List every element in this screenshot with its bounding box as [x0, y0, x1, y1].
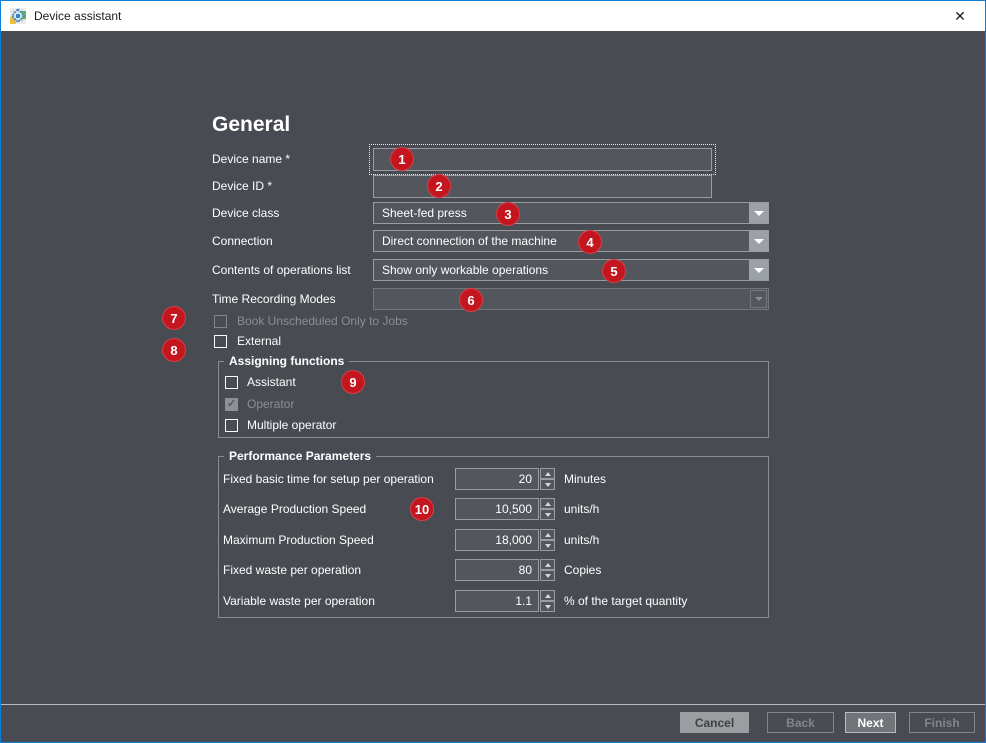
- chevron-down-icon[interactable]: [749, 260, 768, 280]
- operations-list-select[interactable]: Show only workable operations: [373, 259, 769, 281]
- operator-label: Operator: [247, 397, 294, 411]
- annotation-badge-1: 1: [390, 147, 414, 171]
- assigning-functions-title: Assigning functions: [224, 354, 349, 368]
- spin-up-icon[interactable]: [540, 468, 555, 479]
- fixed-waste-label: Fixed waste per operation: [223, 559, 361, 581]
- close-icon: ✕: [954, 8, 966, 25]
- connection-select[interactable]: Direct connection of the machine: [373, 230, 769, 252]
- fixed-waste-input[interactable]: [455, 559, 539, 581]
- fixed-setup-time-label: Fixed basic time for setup per operation: [223, 468, 434, 490]
- performance-parameters-title: Performance Parameters: [224, 449, 376, 463]
- external-checkbox[interactable]: [214, 335, 227, 348]
- device-id-input[interactable]: [373, 175, 712, 198]
- max-production-speed-label: Maximum Production Speed: [223, 529, 374, 551]
- time-recording-label: Time Recording Modes: [212, 288, 336, 310]
- chevron-down-icon[interactable]: [749, 231, 768, 251]
- annotation-badge-4: 4: [578, 230, 602, 254]
- chevron-down-icon[interactable]: [749, 203, 768, 223]
- spin-up-icon[interactable]: [540, 559, 555, 570]
- spin-down-icon[interactable]: [540, 479, 555, 490]
- footer-separator: [1, 704, 985, 705]
- annotation-badge-3: 3: [496, 202, 520, 226]
- device-name-label: Device name *: [212, 148, 290, 171]
- cancel-button[interactable]: Cancel: [680, 712, 749, 733]
- annotation-badge-9: 9: [341, 370, 365, 394]
- annotation-badge-7: 7: [162, 306, 186, 330]
- assistant-checkbox[interactable]: [225, 376, 238, 389]
- spin-down-icon[interactable]: [540, 509, 555, 520]
- spin-down-icon[interactable]: [540, 570, 555, 581]
- spin-up-icon[interactable]: [540, 529, 555, 540]
- spin-down-icon[interactable]: [540, 601, 555, 612]
- titlebar: Device assistant ✕: [1, 1, 985, 31]
- annotation-badge-8: 8: [162, 338, 186, 362]
- avg-production-speed-unit: units/h: [564, 498, 599, 520]
- device-class-select[interactable]: Sheet-fed press: [373, 202, 769, 224]
- spin-down-icon[interactable]: [540, 540, 555, 551]
- fixed-setup-time-unit: Minutes: [564, 468, 606, 490]
- annotation-badge-6: 6: [459, 288, 483, 312]
- operator-checkbox: [225, 398, 238, 411]
- device-class-value: Sheet-fed press: [382, 203, 467, 223]
- max-production-speed-unit: units/h: [564, 529, 599, 551]
- annotation-badge-10: 10: [410, 497, 434, 521]
- page-heading: General: [212, 113, 290, 137]
- device-class-label: Device class: [212, 202, 279, 224]
- external-label: External: [237, 334, 281, 348]
- device-assistant-icon: [10, 8, 26, 24]
- multiple-operator-checkbox[interactable]: [225, 419, 238, 432]
- spin-up-icon[interactable]: [540, 498, 555, 509]
- variable-waste-unit: % of the target quantity: [564, 590, 687, 612]
- spin-up-icon[interactable]: [540, 590, 555, 601]
- book-unscheduled-label: Book Unscheduled Only to Jobs: [237, 314, 408, 328]
- next-button[interactable]: Next: [845, 712, 896, 733]
- back-button: Back: [767, 712, 834, 733]
- fixed-waste-unit: Copies: [564, 559, 601, 581]
- multiple-operator-label: Multiple operator: [247, 418, 336, 432]
- max-production-speed-input[interactable]: [455, 529, 539, 551]
- window-title: Device assistant: [34, 1, 121, 31]
- close-button[interactable]: ✕: [943, 1, 977, 31]
- assistant-label: Assistant: [247, 375, 296, 389]
- connection-value: Direct connection of the machine: [382, 231, 557, 251]
- time-recording-select: [373, 288, 769, 310]
- annotation-badge-2: 2: [427, 174, 451, 198]
- operations-list-value: Show only workable operations: [382, 260, 548, 280]
- fixed-setup-time-input[interactable]: [455, 468, 539, 490]
- device-assistant-window: Device assistant ✕ General Device name *…: [0, 0, 986, 743]
- device-id-label: Device ID *: [212, 175, 272, 198]
- operations-list-label: Contents of operations list: [212, 259, 351, 281]
- annotation-badge-5: 5: [602, 259, 626, 283]
- finish-button: Finish: [909, 712, 975, 733]
- variable-waste-input[interactable]: [455, 590, 539, 612]
- book-unscheduled-checkbox: [214, 315, 227, 328]
- device-name-input[interactable]: [373, 148, 712, 171]
- chevron-down-icon: [750, 290, 767, 308]
- connection-label: Connection: [212, 230, 273, 252]
- variable-waste-label: Variable waste per operation: [223, 590, 375, 612]
- avg-production-speed-input[interactable]: [455, 498, 539, 520]
- avg-production-speed-label: Average Production Speed: [223, 498, 366, 520]
